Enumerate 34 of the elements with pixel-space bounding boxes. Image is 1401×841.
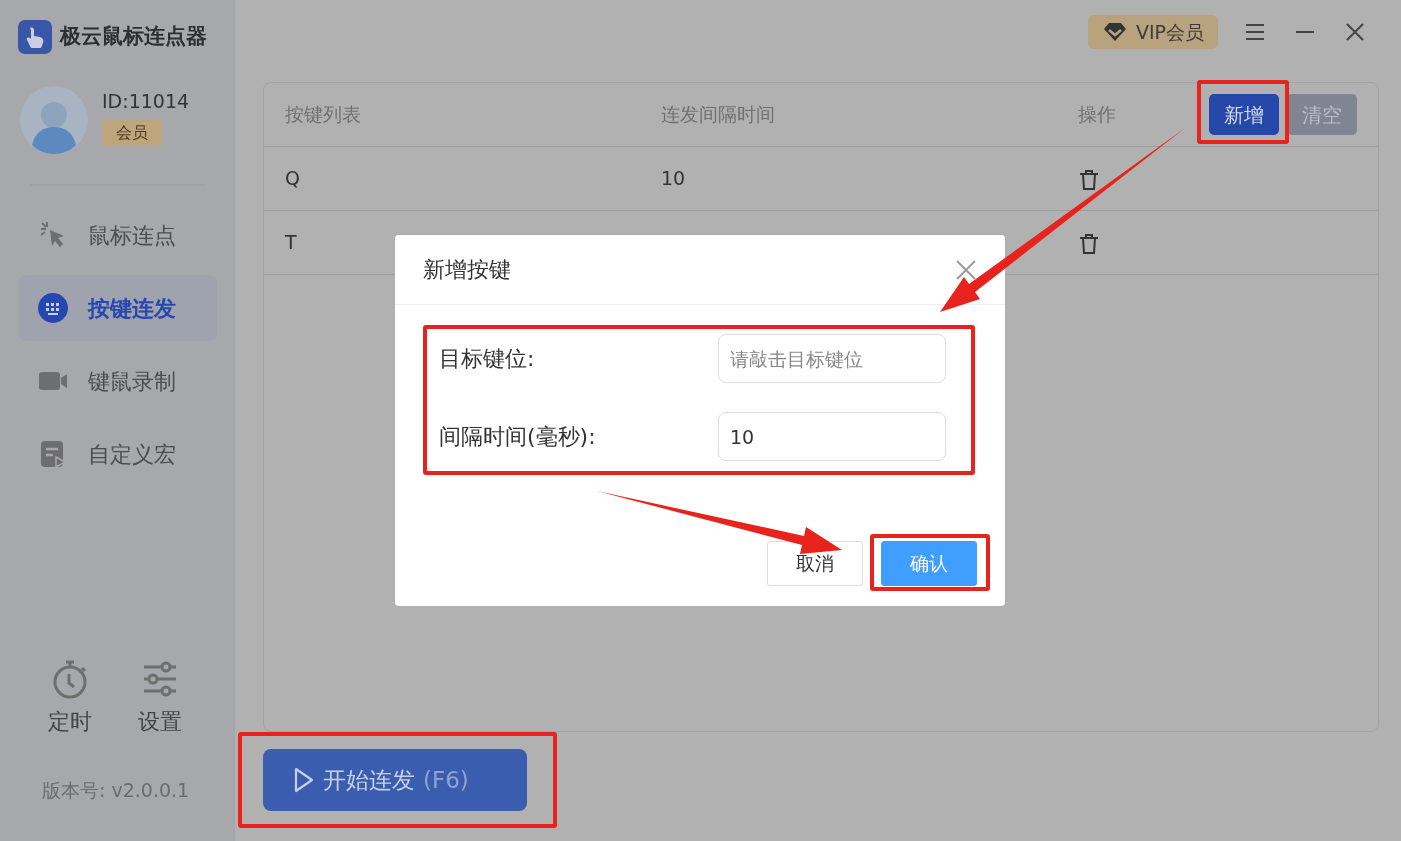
input-field[interactable]: 10 [718, 412, 946, 461]
member-badge: 会员 [102, 119, 162, 146]
start-button[interactable]: 开始连发 (F6) [263, 749, 527, 811]
tool-label[interactable]: 设置 [138, 704, 182, 738]
app-logo [18, 20, 52, 54]
nav-item[interactable]: 自定义宏 [18, 421, 217, 487]
trash-icon[interactable] [1078, 167, 1100, 190]
field-label: 间隔时间(毫秒): [439, 423, 597, 451]
table-cell: 10 [661, 167, 686, 190]
nav-item[interactable]: 鼠标连点 [18, 202, 217, 268]
confirm-button[interactable]: 确认 [881, 541, 977, 586]
input-field[interactable]: 请敲击目标键位 [718, 334, 946, 383]
vip-button[interactable]: VIP会员 [1087, 15, 1218, 49]
trash-icon[interactable] [1078, 231, 1100, 254]
column-header: 连发间隔时间 [661, 103, 775, 126]
avatar [20, 85, 88, 155]
table-cell: T [285, 231, 297, 254]
table-cell: Q [285, 167, 300, 190]
cancel-button[interactable]: 取消 [767, 541, 863, 586]
keyboard-icon [38, 293, 68, 323]
close-icon[interactable] [955, 258, 977, 281]
column-header: 操作 [1078, 102, 1116, 128]
tool-label[interactable]: 定时 [48, 704, 92, 738]
play-icon [293, 767, 315, 793]
field-label: 目标键位: [439, 345, 536, 373]
app-title: 极云鼠标连点器 [60, 23, 207, 51]
column-header: 按键列表 [285, 103, 361, 126]
nav-item[interactable]: 键鼠录制 [18, 348, 217, 414]
user-id: ID:11014 [102, 89, 190, 114]
add-button[interactable]: 新增 [1209, 94, 1279, 135]
dialog-title: 新增按键 [423, 256, 511, 284]
version-text: 版本号: v2.0.0.1 [41, 777, 191, 803]
timer-icon [51, 658, 89, 699]
nav-item[interactable]: 按键连发 [18, 275, 217, 341]
